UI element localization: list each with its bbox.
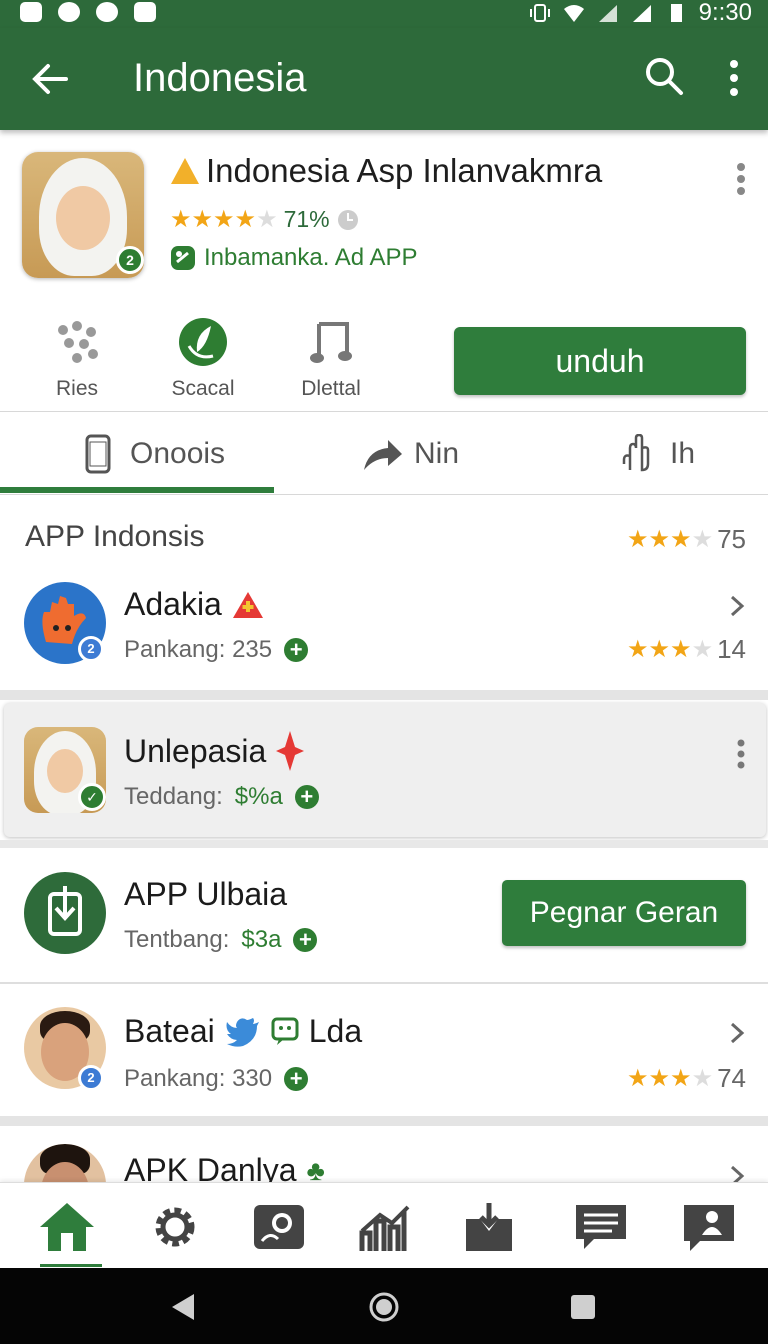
wifi-icon <box>563 5 584 22</box>
divider <box>0 840 768 848</box>
list-item-subtitle: Teddang: $%a + <box>124 783 319 811</box>
home-circle-icon[interactable] <box>369 1292 399 1322</box>
chevron-right-icon[interactable] <box>728 1021 746 1045</box>
list-item-name: Adakia <box>124 586 264 623</box>
tab-ih[interactable]: Ih <box>618 412 695 496</box>
list-item-subtitle: Pankang: 235 + <box>124 636 309 664</box>
green-leaf-icon <box>179 318 227 366</box>
music-note-icon <box>310 322 352 363</box>
red-warning-icon <box>232 591 263 618</box>
back-arrow-icon[interactable] <box>28 58 70 100</box>
app-icon <box>24 872 106 954</box>
warning-triangle-icon <box>171 158 199 184</box>
battery-icon <box>670 4 682 22</box>
section-rating: ★ ★ ★ ★ 75 <box>627 524 746 554</box>
phone-icon <box>85 434 111 474</box>
overflow-menu-icon[interactable] <box>733 739 749 769</box>
home-icon[interactable] <box>38 1201 96 1253</box>
list-item-name: Unlepasia <box>124 731 305 771</box>
hand-pointer-icon <box>622 434 650 472</box>
bottom-navigation <box>0 1182 768 1268</box>
list-item[interactable]: APK Danlya ♣ <box>0 1130 768 1182</box>
back-triangle-icon[interactable] <box>168 1292 198 1322</box>
app-bar: Indonesia <box>0 28 768 130</box>
divider <box>0 1116 768 1126</box>
red-star-icon <box>276 731 305 771</box>
chat-face-icon <box>271 1017 299 1045</box>
quick-action-dlettal[interactable]: Dlettal <box>276 316 386 401</box>
plus-icon[interactable]: + <box>293 928 318 952</box>
overflow-menu-icon[interactable] <box>722 58 746 98</box>
list-item-rating: ★ ★ ★ ★ 74 <box>627 1063 746 1093</box>
inbox-download-icon[interactable] <box>460 1201 518 1253</box>
divider <box>0 982 768 984</box>
list-item-subtitle: Pankang: 330 + <box>124 1065 309 1093</box>
plus-icon[interactable]: + <box>284 1067 309 1091</box>
page-title: Indonesia <box>133 56 307 100</box>
status-bar: 9::30 <box>0 0 768 28</box>
bird-icon <box>226 1017 259 1047</box>
clock-icon <box>337 209 358 230</box>
list-item[interactable]: 2 Adakia Pankang: 235 + ★ ★ ★ ★ 14 <box>0 570 768 690</box>
notification-icon <box>20 2 42 22</box>
photo-icon[interactable] <box>250 1201 308 1253</box>
quick-action-ries[interactable]: Ries <box>22 316 132 401</box>
verified-badge-icon: 2 <box>116 246 144 274</box>
tab-nin[interactable]: Nin <box>362 412 459 496</box>
install-button[interactable]: unduh <box>454 327 746 395</box>
list-item-rating: ★ ★ ★ ★ 14 <box>627 634 746 664</box>
chevron-right-icon[interactable] <box>728 594 746 618</box>
tab-onoois[interactable]: Onoois <box>78 412 225 496</box>
app-title: Indonesia Asp Inlanvakmra <box>170 152 602 190</box>
plus-icon[interactable]: + <box>284 638 309 662</box>
tab-bar: Onoois Nin Ih <box>0 411 768 495</box>
gear-icon[interactable] <box>146 1201 204 1253</box>
overflow-menu-icon[interactable] <box>733 162 749 196</box>
list-item[interactable]: ✓ Unlepasia Teddang: $%a + <box>0 703 768 837</box>
clock-time: 9::30 <box>698 0 752 26</box>
notification-icon <box>134 2 156 22</box>
chevron-right-icon[interactable] <box>728 1164 746 1182</box>
chart-icon[interactable] <box>356 1201 414 1253</box>
list-item-subtitle: Tentbang: $3a + <box>124 926 318 954</box>
avatar <box>24 1144 106 1182</box>
active-nav-indicator <box>40 1264 102 1267</box>
quick-action-scacal[interactable]: Scacal <box>148 316 258 401</box>
pegnar-geran-button[interactable]: Pegnar Geran <box>502 880 746 946</box>
verified-badge-icon: ✓ <box>78 783 106 811</box>
plus-icon[interactable]: + <box>294 785 319 809</box>
list-item[interactable]: 2 Bateai Lda Pankang: 330 + ★ ★ ★ ★ 74 <box>0 985 768 1115</box>
signal-icon <box>632 5 651 22</box>
vibrate-icon <box>529 4 550 22</box>
search-icon[interactable] <box>644 56 684 96</box>
app-rating: ★ ★ ★ ★ ★ 71% <box>170 206 360 233</box>
share-arrow-icon <box>364 440 402 470</box>
divider <box>0 690 768 700</box>
verified-badge-icon: 2 <box>78 1065 104 1091</box>
list-item-name: APK Danlya ♣ <box>124 1152 325 1182</box>
app-icon <box>96 2 118 22</box>
rating-stars: ★ ★ ★ ★ ★ <box>170 205 278 233</box>
list-item-name: APP Ulbaia <box>124 876 288 912</box>
section-title: APP Indonsis <box>25 520 205 553</box>
developer-name[interactable]: Inbamanka. Ad APP <box>170 244 417 272</box>
list-item-name: Bateai Lda <box>124 1013 363 1049</box>
active-tab-indicator <box>0 487 274 493</box>
message-icon[interactable] <box>572 1201 630 1253</box>
recents-square-icon[interactable] <box>568 1292 598 1322</box>
rating-percent: 71% <box>283 206 330 232</box>
face-icon <box>58 2 80 22</box>
system-navigation-bar <box>0 1268 768 1344</box>
developer-icon <box>171 246 195 270</box>
clover-icon: ♣ <box>306 1154 325 1183</box>
signal-icon <box>598 5 617 22</box>
contact-card-icon[interactable] <box>680 1201 738 1253</box>
dots-cluster-icon <box>58 321 98 363</box>
verified-badge-icon: 2 <box>78 636 104 662</box>
